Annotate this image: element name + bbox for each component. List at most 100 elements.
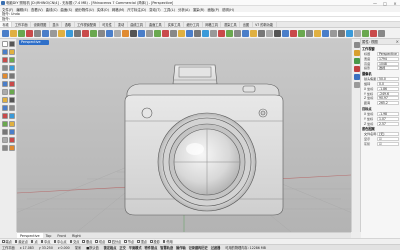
left-tool-icon[interactable] [2,49,8,55]
left-tool-icon[interactable] [2,137,8,143]
tool-tab[interactable]: 实体工具 [165,22,184,27]
status-toggle[interactable]: 记录建构历史 [189,245,208,250]
toolbar-icon[interactable] [50,30,57,37]
toolbar-icon[interactable] [202,30,209,37]
toolbar-icon[interactable] [154,30,161,37]
toolbar-icon[interactable] [322,30,329,37]
tool-tab[interactable]: 出图 [240,22,253,27]
left-tool-icon[interactable] [9,57,15,63]
environment-icon[interactable] [354,74,360,80]
tool-tab[interactable]: 显示 [50,22,63,27]
tool-tab[interactable]: 工作平面 [12,22,32,27]
toolbar-icon[interactable] [138,30,145,37]
left-tool-icon[interactable] [9,113,15,119]
viewport-title[interactable]: Perspective [19,40,49,45]
toolbar-icon[interactable] [10,30,17,37]
tool-tab[interactable]: 细分工具 [184,22,203,27]
property-section-title[interactable]: 工作视窗 [362,47,399,52]
toolbar-icon[interactable] [186,30,193,37]
toolbar-icon[interactable] [82,30,89,37]
tool-tab[interactable]: 曲面工具 [146,22,166,27]
property-value[interactable]: (无) [377,132,399,137]
close-icon[interactable]: × [392,1,398,6]
maximize-icon[interactable]: □ [382,1,388,6]
status-toggle[interactable]: 物件锁点 [145,245,158,250]
layers-icon[interactable] [354,50,360,56]
left-tool-icon[interactable] [9,89,15,95]
status-toggle[interactable]: 操作轴 [176,245,186,250]
property-section-title[interactable]: 目标点 [362,107,399,112]
menu-item[interactable]: 渲染(R) [193,7,205,12]
toolbar-icon[interactable] [362,30,369,37]
tool-tab[interactable]: 工作视窗配置 [75,22,100,27]
left-tool-icon[interactable] [9,105,15,111]
toolbar-icon[interactable] [370,30,377,37]
toolbar-icon[interactable] [2,30,9,37]
left-tool-icon[interactable] [2,73,8,79]
osnap-checkbox[interactable] [53,240,56,243]
status-layer[interactable]: ■默认值 [86,245,99,250]
toolbar-icon[interactable] [338,30,345,37]
toolbar-icon[interactable] [306,30,313,37]
property-value[interactable]: 透视 [377,66,399,71]
left-tool-icon[interactable] [2,121,8,127]
toolbar-icon[interactable] [146,30,153,37]
osnap-checkbox[interactable] [95,240,98,243]
property-value[interactable]: 265.2 [377,101,399,106]
toolbar-icon[interactable] [242,30,249,37]
left-tool-icon[interactable] [2,129,8,135]
tool-tab[interactable]: 曲线工具 [128,22,147,27]
osnap-checkbox[interactable] [82,240,85,243]
toolbar-icon[interactable] [162,30,169,37]
status-toggle[interactable]: 锁定格点 [104,245,117,250]
left-tool-icon[interactable] [2,145,8,151]
menu-item[interactable]: 曲面(S) [61,7,73,12]
left-tool-icon[interactable] [2,105,8,111]
osnap-checkbox[interactable] [40,240,44,243]
osnap-checkbox[interactable] [124,240,127,243]
tool-tab[interactable]: 变动 [115,22,128,27]
property-value[interactable]: 1.07 [377,116,399,121]
toolbar-icon[interactable] [106,30,113,37]
osnap-checkbox[interactable] [108,240,111,243]
left-tool-icon[interactable] [9,121,15,127]
toolbar-icon[interactable] [250,30,257,37]
left-tool-icon[interactable] [2,57,8,63]
help-icon[interactable] [354,82,360,88]
materials-icon[interactable] [354,66,360,72]
status-toggle[interactable]: 过滤器 [211,245,221,250]
osnap-checkbox[interactable] [150,240,153,243]
status-toggle[interactable]: 正交 [119,245,125,250]
menu-item[interactable]: 说明(H) [222,7,234,12]
toolbar-icon[interactable] [66,30,73,37]
toolbar-icon[interactable] [18,30,25,37]
property-value[interactable]: 1048 [377,61,399,66]
property-value[interactable]: 90.97 [377,96,399,101]
toolbar-icon[interactable] [130,30,137,37]
left-tool-icon[interactable] [2,81,8,87]
minimize-icon[interactable]: — [372,1,378,6]
render-icon[interactable] [354,58,360,64]
toolbar-icon[interactable] [346,30,353,37]
tool-tab[interactable]: 选取 [62,22,75,27]
toolbar-icon[interactable] [330,30,337,37]
toolbar-icon[interactable] [114,30,121,37]
toolbar-icon[interactable] [90,30,97,37]
left-tool-icon[interactable] [9,145,15,151]
toolbar-icon[interactable] [42,30,49,37]
toolbar-icon[interactable] [354,30,361,37]
toolbar-icon[interactable] [274,30,281,37]
toolbar-icon[interactable] [266,30,273,37]
left-tool-icon[interactable] [9,65,15,71]
menu-item[interactable]: 文件(F) [2,7,13,12]
toolbar-icon[interactable] [226,30,233,37]
toolbar-icon[interactable] [378,30,385,37]
property-value[interactable]: 0.0 [377,82,399,86]
toolbar-icon[interactable] [282,30,289,37]
toolbar-icon[interactable] [210,30,217,37]
property-value[interactable]: -1.86 [377,86,399,91]
toolbar-icon[interactable] [58,30,65,37]
toolbar-icon[interactable] [314,30,321,37]
menu-item[interactable]: 变动(T) [149,7,161,12]
status-toggle[interactable]: 智慧轨迹 [160,245,173,250]
